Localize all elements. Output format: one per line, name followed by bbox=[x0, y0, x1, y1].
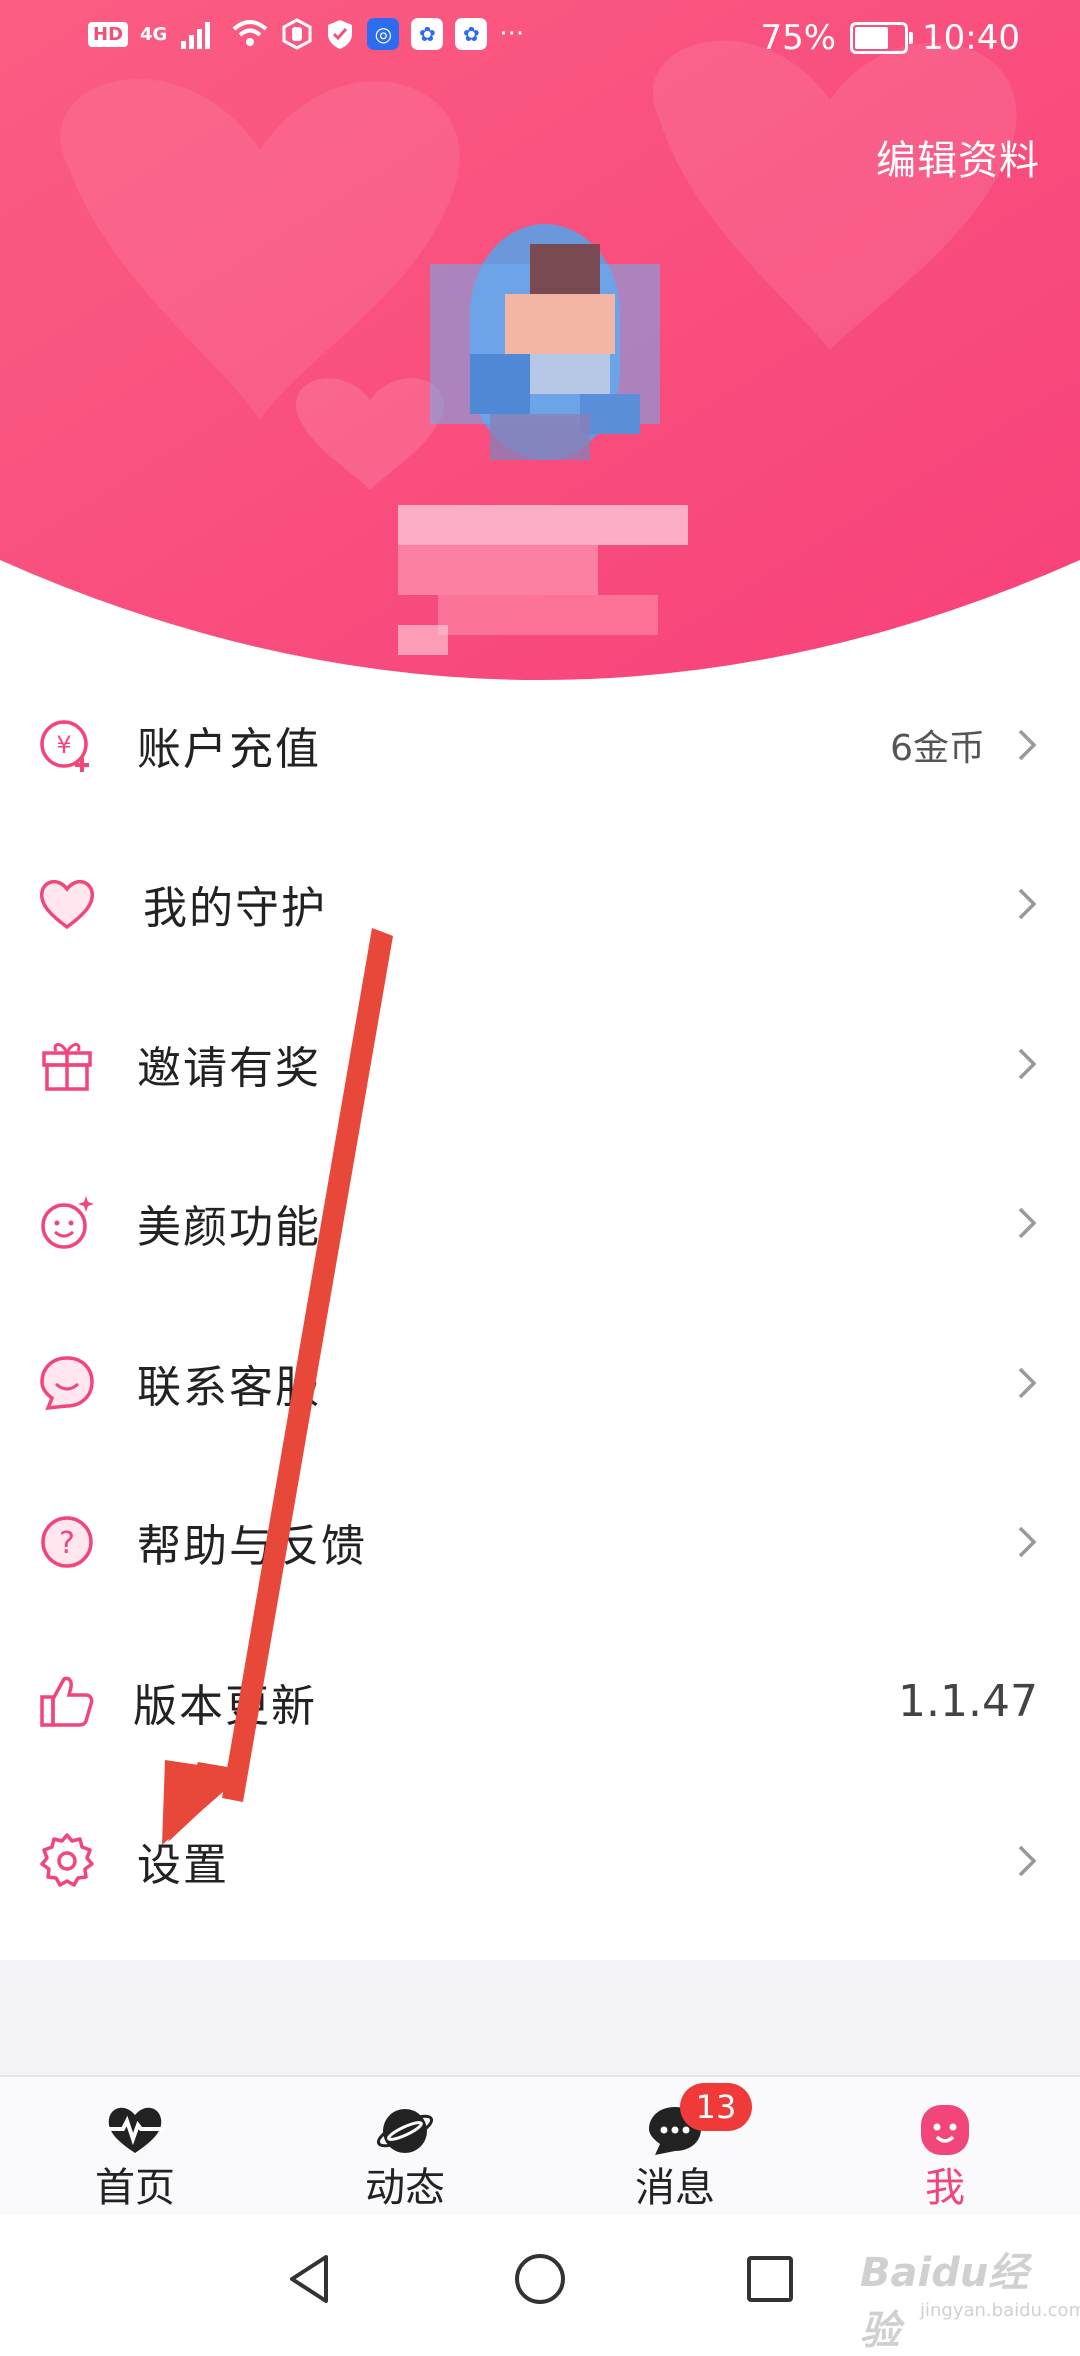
menu-item-help-feedback[interactable]: ? 帮助与反馈 bbox=[0, 1463, 1080, 1623]
thumbs-up-icon bbox=[38, 1673, 96, 1731]
tab-label: 我 bbox=[925, 2165, 965, 2211]
battery-percent: 75% bbox=[760, 18, 837, 58]
hd-icon: HD bbox=[88, 21, 129, 47]
menu-label: 美颜功能 bbox=[137, 1202, 321, 1254]
signal-icon bbox=[181, 22, 211, 49]
hand-icon bbox=[282, 18, 312, 50]
menu-item-settings[interactable]: 设置 bbox=[0, 1782, 1080, 1942]
svg-text:¥: ¥ bbox=[56, 731, 71, 759]
menu-label: 我的守护 bbox=[143, 883, 327, 935]
shield-icon bbox=[328, 20, 353, 49]
menu-label: 联系客服 bbox=[137, 1361, 321, 1413]
recents-square-icon[interactable] bbox=[740, 2249, 800, 2309]
tab-me[interactable]: 我 bbox=[845, 2077, 1045, 2217]
menu-item-customer-service[interactable]: 联系客服 bbox=[0, 1303, 1080, 1463]
chevron-right-icon bbox=[1018, 1048, 1037, 1079]
chevron-right-icon bbox=[1018, 1846, 1037, 1877]
tab-moments[interactable]: 动态 bbox=[305, 2077, 505, 2217]
network-type: 4G bbox=[140, 23, 168, 45]
gear-icon bbox=[38, 1832, 96, 1890]
wifi-icon bbox=[233, 20, 268, 46]
baidu-watermark: Baidu经验 jingyan.baidu.com bbox=[840, 2220, 1080, 2354]
yuan-coin-icon: ¥ bbox=[38, 716, 96, 774]
planet-icon bbox=[376, 2109, 434, 2153]
tab-label: 首页 bbox=[95, 2165, 175, 2211]
tab-label: 消息 bbox=[635, 2165, 715, 2211]
menu-label: 账户充值 bbox=[137, 723, 321, 775]
menu-item-beauty[interactable]: 美颜功能 bbox=[0, 1144, 1080, 1304]
back-triangle-icon[interactable] bbox=[280, 2249, 340, 2309]
baidu-app-icon: ✿ bbox=[411, 18, 444, 50]
me-face-icon bbox=[921, 2105, 969, 2155]
gift-icon bbox=[38, 1035, 96, 1093]
baidu-app-icon-2: ✿ bbox=[455, 18, 488, 50]
battery-icon bbox=[850, 22, 914, 54]
chevron-right-icon bbox=[1018, 729, 1037, 760]
chevron-right-icon bbox=[1018, 1367, 1037, 1398]
chevron-right-icon bbox=[1018, 1208, 1037, 1239]
heart-icon bbox=[38, 875, 96, 933]
version-number: 1.1.47 bbox=[898, 1676, 1038, 1728]
beauty-face-icon bbox=[38, 1194, 96, 1252]
menu-label: 邀请有奖 bbox=[137, 1042, 321, 1094]
status-icons-left: HD 4G ◎ ✿ ✿ ··· bbox=[88, 18, 524, 50]
menu-item-invite[interactable]: 邀请有奖 bbox=[0, 984, 1080, 1144]
edit-profile-button[interactable]: 编辑资料 bbox=[876, 128, 1040, 186]
nickname-blurred bbox=[398, 505, 688, 655]
tab-home[interactable]: 首页 bbox=[35, 2077, 235, 2217]
customer-service-icon bbox=[38, 1354, 96, 1412]
menu-item-guard[interactable]: 我的守护 bbox=[0, 825, 1080, 985]
clock: 10:40 bbox=[922, 18, 1020, 58]
menu-item-version-update[interactable]: 版本更新 1.1.47 bbox=[0, 1622, 1080, 1782]
tab-label: 动态 bbox=[365, 2165, 445, 2211]
menu-list: ¥ 账户充值 6金币 我的守护 邀请有奖 美颜功能 联系客服 ? 帮助与反馈 版… bbox=[0, 665, 1080, 1941]
coin-balance: 6金币 bbox=[890, 727, 985, 769]
bulb-app-icon: ◎ bbox=[367, 18, 400, 50]
status-bar: HD 4G ◎ ✿ ✿ ··· 75% 10:40 bbox=[0, 0, 1080, 84]
watermark-subtext: jingyan.baidu.com bbox=[920, 2300, 1080, 2321]
chevron-right-icon bbox=[1018, 889, 1037, 920]
spacer-area bbox=[0, 1960, 1080, 2075]
svg-text:?: ? bbox=[59, 1526, 75, 1561]
message-count-badge: 13 bbox=[680, 2083, 752, 2131]
bottom-tab-bar: 首页 动态 消息 我 bbox=[0, 2075, 1080, 2217]
menu-item-recharge[interactable]: ¥ 账户充值 6金币 bbox=[0, 665, 1080, 825]
chevron-right-icon bbox=[1018, 1527, 1037, 1558]
profile-header: HD 4G ◎ ✿ ✿ ··· 75% 10:40 编辑资料 bbox=[0, 0, 1080, 700]
help-icon: ? bbox=[38, 1513, 96, 1571]
menu-label: 设置 bbox=[137, 1840, 229, 1892]
avatar[interactable] bbox=[430, 224, 660, 460]
more-notifications-icon: ··· bbox=[499, 19, 525, 49]
heartbeat-icon bbox=[107, 2107, 163, 2153]
home-circle-icon[interactable] bbox=[510, 2249, 570, 2309]
watermark-text: Baidu经验 bbox=[860, 2250, 1029, 2354]
status-icons-right: 75% 10:40 bbox=[760, 18, 1020, 58]
menu-label: 帮助与反馈 bbox=[137, 1521, 367, 1573]
menu-label: 版本更新 bbox=[133, 1680, 317, 1732]
